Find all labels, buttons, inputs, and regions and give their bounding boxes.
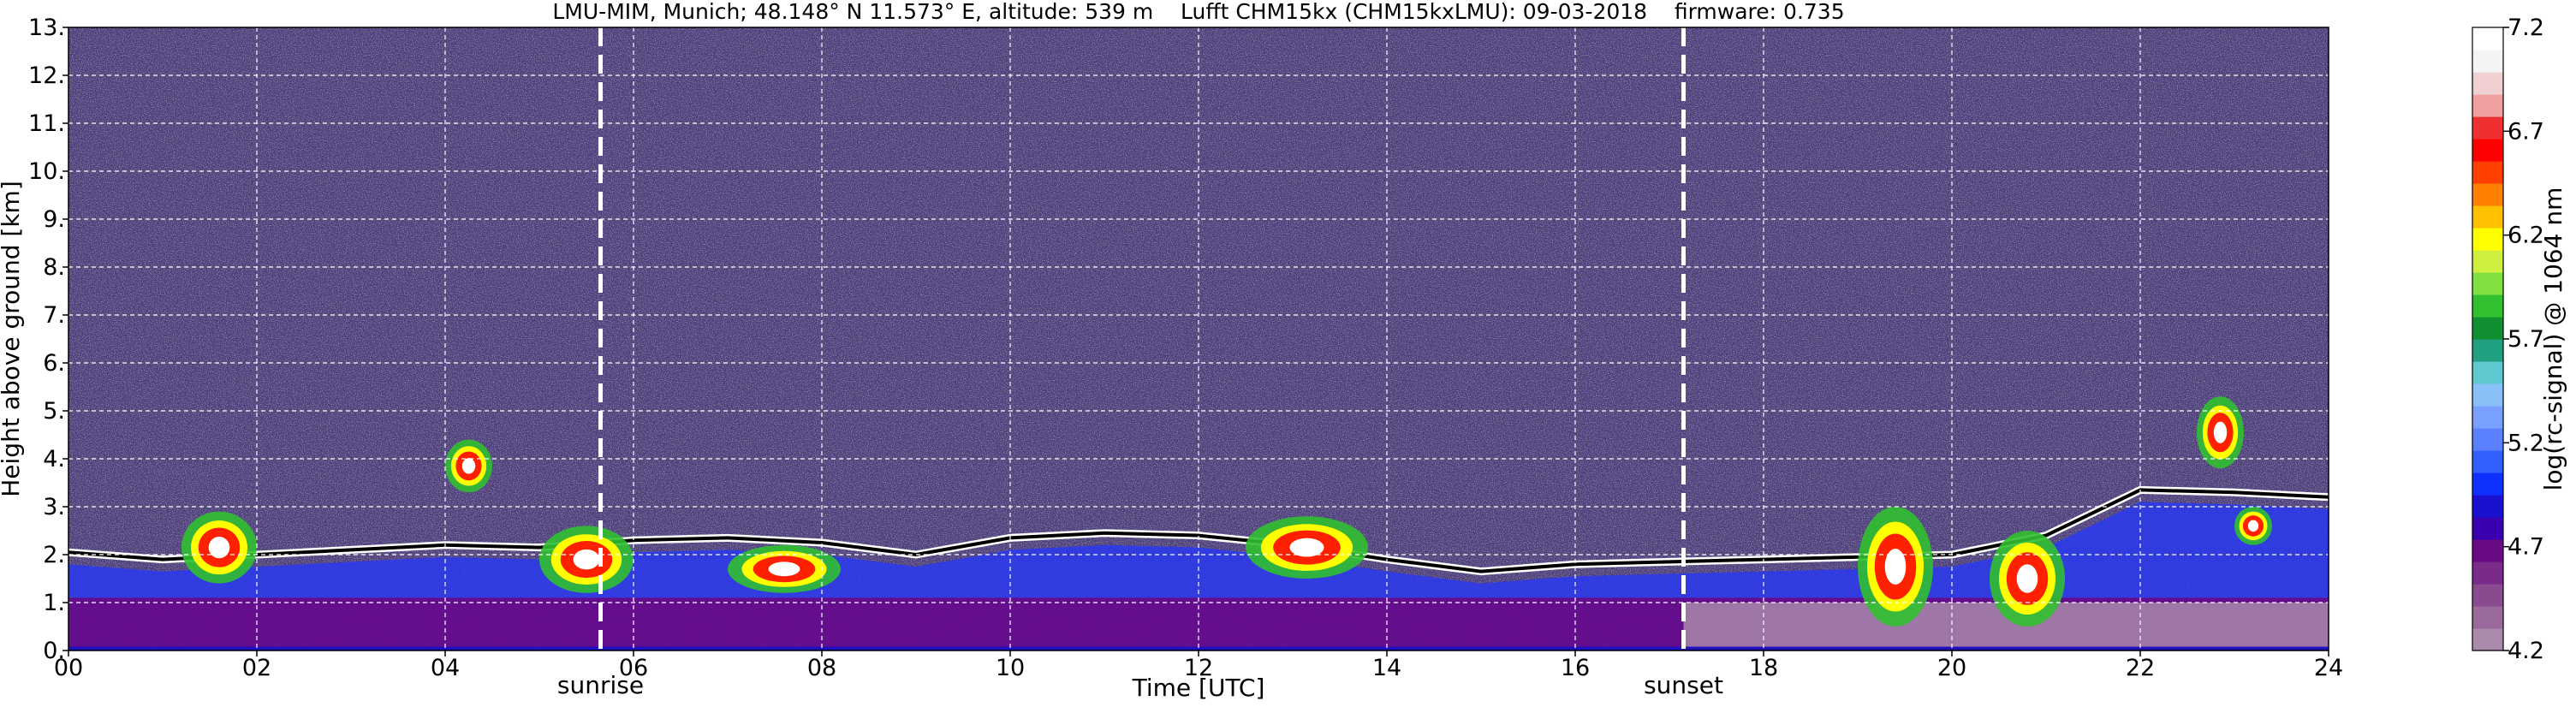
y-tick-label: 13. [28, 15, 65, 41]
x-tick-label: 10 [996, 655, 1025, 681]
cloud-feature [2213, 421, 2228, 443]
colorbar-segment [2472, 406, 2503, 429]
y-tick-label: 6. [43, 350, 65, 377]
x-axis-label: Time [UTC] [1132, 674, 1265, 702]
colorbar-segment [2472, 317, 2503, 340]
x-tick-label: 20 [1937, 655, 1966, 681]
colorbar-segment [2472, 361, 2503, 384]
colorbar-segment [2472, 539, 2503, 562]
figure-title: LMU-MIM, Munich; 48.148° N 11.573° E, al… [552, 0, 1844, 24]
colorbar-segment [2472, 428, 2503, 451]
y-tick-label: 1. [43, 590, 65, 616]
x-tick-label: 24 [2314, 655, 2343, 681]
x-tick-label: 16 [1561, 655, 1590, 681]
y-tick-label: 3. [43, 494, 65, 520]
plot-area [68, 27, 2329, 651]
colorbar-segment [2472, 228, 2503, 251]
y-tick-label: 2. [43, 542, 65, 568]
cloud-feature [768, 561, 800, 577]
colorbar-segment [2472, 139, 2503, 162]
colorbar [2472, 27, 2503, 651]
x-tick-label: 04 [431, 655, 460, 681]
cloud-feature [461, 458, 476, 474]
x-tick-label: 22 [2126, 655, 2155, 681]
colorbar-segment [2472, 561, 2503, 585]
colorbar-label: log(rc-signal) @ 1064 nm [2539, 187, 2567, 491]
colorbar-segment [2472, 116, 2503, 140]
colorbar-tick-label: 7.2 [2508, 15, 2544, 41]
colorbar-segment [2472, 183, 2503, 206]
colorbar-segment [2472, 450, 2503, 473]
y-tick-label: 10. [28, 158, 65, 185]
colorbar-segment [2472, 339, 2503, 362]
lidar-backscatter-figure: LMU-MIM, Munich; 48.148° N 11.573° E, al… [0, 0, 2567, 702]
colorbar-segment [2472, 472, 2503, 496]
colorbar-segment [2472, 161, 2503, 184]
x-tick-label: 14 [1372, 655, 1401, 681]
colorbar-segment [2472, 250, 2503, 273]
colorbar-segment [2472, 94, 2503, 117]
cloud-feature [2016, 564, 2038, 593]
cloud-feature [573, 549, 600, 570]
y-tick-label: 11. [28, 110, 65, 137]
x-tick-label: 00 [54, 655, 83, 681]
y-tick-label: 8. [43, 254, 65, 281]
sunset-label: sunset [1644, 671, 1723, 699]
colorbar-segment [2472, 495, 2503, 518]
colorbar-segment [2472, 27, 2503, 50]
cloud-feature [1289, 538, 1324, 557]
colorbar-segment [2472, 205, 2503, 229]
colorbar-tick-label: 4.7 [2508, 534, 2544, 561]
y-axis: 0.1.2.3.4.5.6.7.8.9.10.11.12.13. [28, 15, 68, 664]
y-tick-label: 7. [43, 302, 65, 329]
colorbar-segment [2472, 272, 2503, 295]
y-tick-label: 4. [43, 446, 65, 472]
x-tick-label: 08 [807, 655, 836, 681]
y-tick-label: 9. [43, 206, 65, 233]
y-axis-label: Height above ground [km] [0, 181, 25, 497]
colorbar-segment [2472, 606, 2503, 629]
sunrise-label: sunrise [557, 671, 644, 699]
colorbar-segment [2472, 383, 2503, 407]
colorbar-tick-label: 6.7 [2508, 118, 2544, 145]
y-tick-label: 12. [28, 62, 65, 89]
colorbar-segment [2472, 72, 2503, 95]
x-tick-label: 02 [242, 655, 271, 681]
cloud-feature [2247, 520, 2259, 532]
colorbar-segment [2472, 294, 2503, 318]
colorbar-segment [2472, 628, 2503, 651]
colorbar-segment [2472, 517, 2503, 540]
colorbar-tick-label: 4.2 [2508, 638, 2544, 664]
y-tick-label: 5. [43, 398, 65, 425]
colorbar-segment [2472, 50, 2503, 73]
colorbar-segment [2472, 584, 2503, 607]
colorbar-ticks: 4.24.75.25.76.26.77.2 [2503, 15, 2544, 664]
x-tick-label: 18 [1749, 655, 1778, 681]
